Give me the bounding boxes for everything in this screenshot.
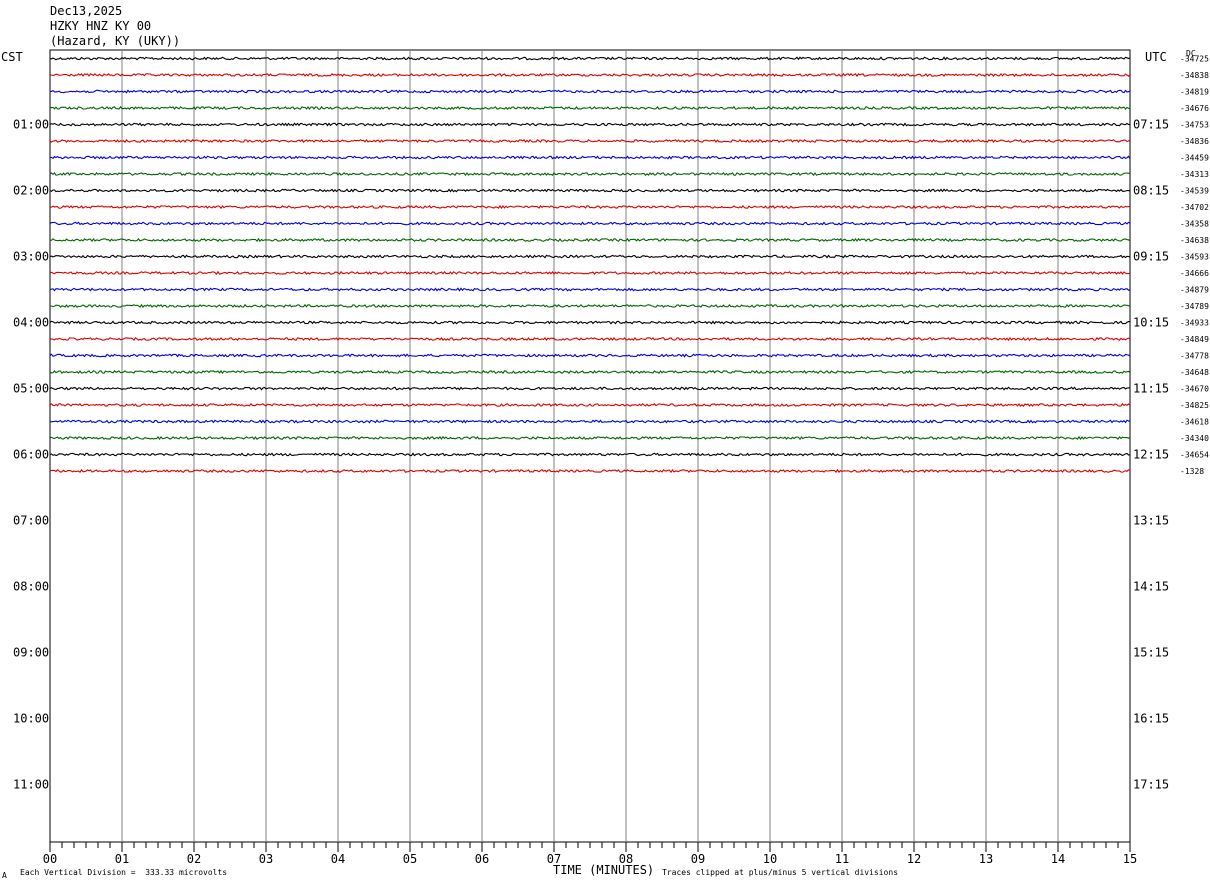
dc-offset-label: -34836 [1180,137,1209,146]
clip-note: Traces clipped at plus/minus 5 vertical … [662,868,899,877]
corner-mark: A [2,871,7,880]
x-tick-label: 12 [907,852,921,866]
dc-offset-label: -34676 [1180,104,1209,113]
dc-offset-label: -34838 [1180,71,1209,80]
x-tick-label: 01 [115,852,129,866]
left-hour-label: 10:00 [13,712,49,726]
dc-offset-label: -34638 [1180,236,1209,245]
right-hour-label: 10:15 [1133,316,1169,330]
x-tick-label: 04 [331,852,345,866]
seismic-trace [49,336,1131,342]
x-axis-title: TIME (MINUTES) [553,863,655,877]
seismic-trace [49,237,1131,243]
left-hour-label: 02:00 [13,184,49,198]
dc-offset-label: -34593 [1180,253,1209,262]
seismic-trace [49,369,1131,375]
right-hour-label: 11:15 [1133,382,1169,396]
seismic-trace [49,452,1130,457]
dc-offset-label: -34654 [1180,451,1209,460]
left-hour-label: 01:00 [13,118,49,132]
seismic-trace [49,138,1131,144]
dc-offset-label: -1328 [1180,467,1204,476]
seismic-trace [49,402,1131,408]
right-hour-label: 12:15 [1133,448,1169,462]
dc-offset-label: -34358 [1180,220,1209,229]
right-hour-label: 09:15 [1133,250,1169,264]
seismic-trace [49,155,1131,160]
dc-offset-label: -34539 [1180,187,1209,196]
seismic-trace [50,72,1131,78]
x-tick-label: 06 [475,852,489,866]
seismic-trace [49,254,1131,259]
seismic-trace [49,56,1131,61]
x-tick-label: 11 [835,852,849,866]
dc-offset-label: -34340 [1180,434,1209,443]
dc-offset-label: -34933 [1180,319,1209,328]
seismic-trace [49,171,1131,177]
dc-offset-label: -34879 [1180,286,1209,295]
seismic-trace [49,221,1131,226]
dc-offset-label: -34819 [1180,88,1209,97]
dc-offset-label: -34670 [1180,385,1209,394]
x-tick-label: 14 [1051,852,1065,866]
right-hour-label: 08:15 [1133,184,1169,198]
helicorder-plot: 00 01 02 03 04 05 06 07 08 09 10 11 12 13 14 1501:00 07:… [13,49,1209,866]
seismic-trace [49,353,1131,358]
left-hour-label: 03:00 [13,250,49,264]
seismic-trace [49,386,1131,391]
dc-offset-label: -34789 [1180,302,1209,311]
seismic-trace [49,287,1131,292]
left-hour-label: 06:00 [13,448,49,462]
x-tick-label: 03 [259,852,273,866]
dc-offset-label: -34702 [1180,203,1209,212]
seismic-trace [50,303,1131,309]
x-tick-label: 05 [403,852,417,866]
dc-offset-label: -34313 [1180,170,1209,179]
plot-frame [49,49,1131,843]
left-hour-label: 08:00 [13,580,49,594]
dc-offset-label: -34825 [1180,401,1209,410]
seismic-trace [49,320,1131,325]
right-hour-label: 16:15 [1133,712,1169,726]
seismic-trace [49,468,1131,474]
dc-offset-label: -34753 [1180,121,1209,130]
dc-offset-label: -34459 [1180,154,1209,163]
seismic-trace [49,105,1131,111]
dc-offset-label: -34849 [1180,335,1209,344]
seismic-trace [49,122,1131,127]
left-hour-label: 04:00 [13,316,49,330]
left-hour-label: 09:00 [13,646,49,660]
x-tick-label: 13 [979,852,993,866]
right-hour-label: 07:15 [1133,118,1169,132]
left-hour-label: 07:00 [13,514,49,528]
dc-offset-label: -34648 [1180,368,1209,377]
x-tick-label: 02 [187,852,201,866]
seismic-trace [49,270,1131,276]
right-hour-label: 17:15 [1133,778,1169,792]
seismic-trace [49,204,1131,210]
x-tick-label: 10 [763,852,777,866]
dc-offset-label: -34778 [1180,352,1209,361]
dc-offset-label: -34618 [1180,418,1209,427]
seismic-trace [49,435,1131,441]
right-hour-label: 14:15 [1133,580,1169,594]
left-hour-label: 11:00 [13,778,49,792]
seismic-trace [49,188,1131,193]
right-hour-label: 15:15 [1133,646,1169,660]
dc-offset-label: -34666 [1180,269,1209,278]
vertical-scale-note: Each Vertical Division = 333.33 microvol… [20,868,228,877]
seismic-trace [49,89,1131,94]
x-tick-label: 00 [43,852,57,866]
x-tick-label: 09 [691,852,705,866]
left-hour-label: 05:00 [13,382,49,396]
dc-offset-label: -34725 [1180,55,1209,64]
right-hour-label: 13:15 [1133,514,1169,528]
x-tick-label: 15 [1123,852,1137,866]
seismic-trace [49,419,1131,424]
